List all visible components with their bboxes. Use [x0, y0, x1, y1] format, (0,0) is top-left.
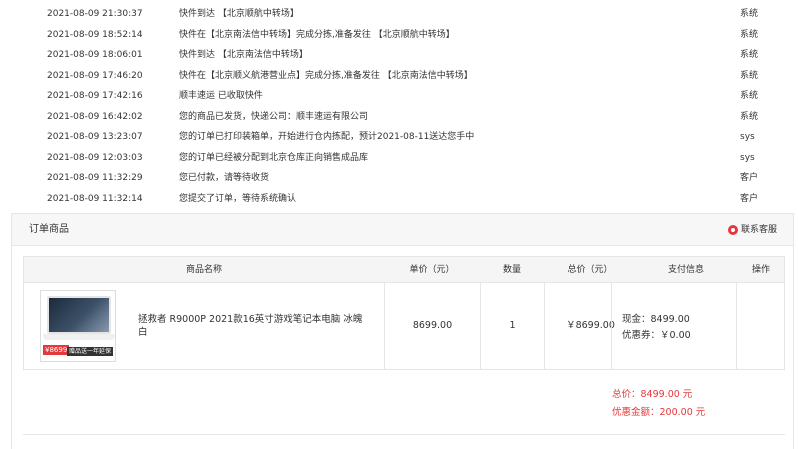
section-title: 订单商品 — [29, 224, 69, 235]
contact-service-label: 联系客服 — [740, 225, 777, 235]
log-row: 2021-08-09 18:06:01 快件到达 【北京南法信中转场】 系统 — [0, 45, 798, 66]
log-message: 快件到达 【北京南法信中转场】 — [179, 50, 308, 60]
log-operator: 系统 — [740, 50, 759, 60]
thumbnail-price-tag: ¥8699 — [43, 345, 70, 355]
log-time: 2021-08-09 18:52:14 — [47, 29, 143, 40]
log-row: 2021-08-09 11:32:14 您提交了订单，等待系统确认 客户 — [0, 189, 798, 210]
log-operator: sys — [740, 132, 755, 142]
log-row: 2021-08-09 11:32:29 您已付款，请等待收货 客户 — [0, 168, 798, 189]
log-operator: 系统 — [740, 91, 759, 101]
log-operator: 系统 — [740, 70, 759, 81]
order-items-section: 订单商品 联系客服 商品名称 单价（元） 数量 总价（元） 支付信息 操作 ¥8… — [11, 213, 794, 449]
cash-payment: 现金：8499.00 — [622, 314, 690, 325]
chat-bubble-icon — [727, 225, 738, 235]
log-time: 2021-08-09 11:32:29 — [47, 173, 143, 183]
thumbnail-promo-badge: 赠品送一年延保 — [67, 347, 114, 356]
log-operator: 客户 — [740, 193, 759, 204]
table-header: 商品名称 单价（元） 数量 总价（元） 支付信息 操作 — [24, 257, 784, 283]
quantity: 1 — [509, 320, 516, 331]
actions-cell — [736, 283, 786, 369]
log-message: 顺丰速运 已收取快件 — [179, 91, 263, 101]
header-total-price: 总价（元） — [567, 265, 613, 275]
log-row: 2021-08-09 21:30:37 快件到达 【北京顺航中转场】 系统 — [0, 4, 798, 25]
log-time: 2021-08-09 13:23:07 — [47, 132, 143, 142]
log-time: 2021-08-09 17:46:20 — [47, 70, 143, 81]
log-time: 2021-08-09 12:03:03 — [47, 152, 143, 163]
log-message: 您提交了订单，等待系统确认 — [179, 193, 297, 204]
payment-info-cell: 现金：8499.00 优惠券：￥0.00 — [611, 283, 736, 369]
log-operator: 客户 — [740, 173, 759, 183]
log-operator: 系统 — [740, 111, 759, 122]
product-name-link[interactable]: 拯救者 R9000P 2021款16英寸游戏笔记本电脑 冰魄白 — [138, 313, 370, 339]
order-total: 总价：8499.00 元 — [612, 389, 693, 400]
log-time: 2021-08-09 18:06:01 — [47, 50, 143, 60]
log-row: 2021-08-09 16:42:02 您的商品已发货，快递公司：顺丰速运有限公司… — [0, 107, 798, 128]
log-message: 快件在【北京南法信中转场】完成分拣,准备发往 【北京顺航中转场】 — [179, 29, 455, 40]
discount-amount: 优惠金额：200.00 元 — [612, 407, 706, 418]
log-row: 2021-08-09 12:03:03 您的订单已经被分配到北京仓库正向销售成品库… — [0, 148, 798, 169]
log-operator: 系统 — [740, 29, 759, 40]
log-row: 2021-08-09 17:42:16 顺丰速运 已收取快件 系统 — [0, 86, 798, 107]
table-row: ¥8699 赠品送一年延保 拯救者 R9000P 2021款16英寸游戏笔记本电… — [24, 283, 784, 369]
log-time: 2021-08-09 11:32:14 — [47, 193, 143, 204]
log-message: 您已付款，请等待收货 — [179, 173, 270, 183]
contact-service-link[interactable]: 联系客服 — [727, 214, 777, 246]
log-time: 2021-08-09 16:42:02 — [47, 111, 143, 122]
log-row: 2021-08-09 13:23:07 您的订单已打印装箱单，开始进行仓内拣配，预… — [0, 127, 798, 148]
log-time: 2021-08-09 21:30:37 — [47, 9, 143, 19]
unit-price: 8699.00 — [412, 320, 453, 331]
log-time: 2021-08-09 17:42:16 — [47, 91, 143, 101]
log-message: 您的商品已发货，快递公司：顺丰速运有限公司 — [179, 111, 369, 122]
product-thumbnail[interactable]: ¥8699 赠品送一年延保 — [40, 290, 116, 362]
coupon-payment: 优惠券：￥0.00 — [622, 330, 691, 341]
header-payment-info: 支付信息 — [667, 265, 704, 275]
unit-price-cell: 8699.00 — [384, 283, 480, 369]
divider — [23, 434, 785, 435]
header-actions: 操作 — [751, 265, 770, 275]
order-items-table: 商品名称 单价（元） 数量 总价（元） 支付信息 操作 ¥8699 赠品送一年延… — [23, 256, 785, 370]
order-tracking-log: 2021-08-09 21:30:37 快件到达 【北京顺航中转场】 系统 2021-… — [0, 4, 798, 209]
log-row: 2021-08-09 17:46:20 快件在【北京顺义航港营业点】完成分拣,准备… — [0, 66, 798, 87]
header-quantity: 数量 — [502, 265, 521, 275]
log-operator: sys — [740, 152, 755, 163]
header-unit-price: 单价（元） — [409, 265, 455, 275]
log-message: 您的订单已打印装箱单，开始进行仓内拣配，预计2021-08-11送达您手中 — [179, 132, 475, 142]
header-product-name: 商品名称 — [185, 265, 222, 275]
log-message: 您的订单已经被分配到北京仓库正向销售成品库 — [179, 152, 369, 163]
section-header: 订单商品 联系客服 — [12, 214, 793, 246]
log-operator: 系统 — [740, 9, 759, 19]
log-message: 快件到达 【北京顺航中转场】 — [179, 9, 299, 19]
log-row: 2021-08-09 18:52:14 快件在【北京南法信中转场】完成分拣,准备发… — [0, 25, 798, 46]
laptop-base — [43, 334, 115, 340]
laptop-image — [47, 296, 111, 334]
log-message: 快件在【北京顺义航港营业点】完成分拣,准备发往 【北京南法信中转场】 — [179, 70, 473, 81]
quantity-cell: 1 — [480, 283, 544, 369]
